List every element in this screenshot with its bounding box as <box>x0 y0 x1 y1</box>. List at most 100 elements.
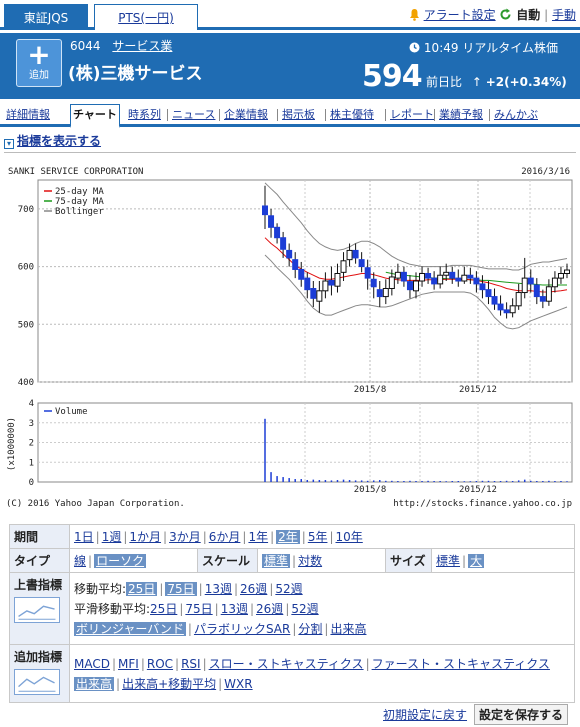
candle-body <box>298 268 305 280</box>
tab-pts[interactable]: PTS(一円) <box>94 4 198 30</box>
extra-indicator-option[interactable]: スロー・ストキャスティクス <box>209 657 364 671</box>
option-separator: | <box>198 581 203 596</box>
info-nav: 詳細情報 チャート 時系列 ニュース 企業情報 掲示板 株主優待 レポート 業績予報 みんかぶ <box>0 99 580 128</box>
save-settings-button[interactable]: 設定を保存する <box>474 704 569 725</box>
ma-option[interactable]: 26週 <box>240 582 267 596</box>
extra-row-2: 出来高 | 出来高+移動平均 | WXR <box>74 674 570 694</box>
add-portfolio-button[interactable]: + 追加 <box>16 39 62 87</box>
candle-body <box>527 277 534 285</box>
nav-tab-8[interactable]: 業績予報 <box>437 105 485 127</box>
option-separator: | <box>123 530 128 544</box>
period-option[interactable]: 5年 <box>308 530 328 544</box>
extra-options: MACD | MFI | ROC | RSI | スロー・ストキャスティクス | ファースト・ストキ… <box>69 644 575 703</box>
y-tick-label: 600 <box>18 263 34 273</box>
smooth-ma-option[interactable]: 52週 <box>291 602 318 616</box>
extra-indicator-option[interactable]: ROC <box>147 657 173 671</box>
nav-tab-1[interactable]: チャート <box>70 104 120 128</box>
extra-indicator-option[interactable]: 出来高+移動平均 <box>122 677 216 691</box>
extra-indicator-option[interactable]: RSI <box>181 657 201 671</box>
option-separator: | <box>202 656 207 671</box>
nav-tab-3[interactable]: ニュース <box>170 105 217 127</box>
size-option[interactable]: 標準 <box>436 554 460 568</box>
ma-option[interactable]: 75日 <box>165 581 197 596</box>
ma-option[interactable]: 52週 <box>275 582 302 596</box>
smooth-ma-option[interactable]: 13週 <box>221 602 248 616</box>
candle-body <box>557 272 564 279</box>
candle-body <box>425 272 432 279</box>
option-separator: | <box>187 621 192 636</box>
period-option[interactable]: 3か月 <box>169 530 201 544</box>
size-option[interactable]: 大 <box>468 554 485 568</box>
size-options: 標準 | 大 <box>431 548 575 573</box>
overlay-option[interactable]: ボリンジャーバンド <box>74 621 186 636</box>
alert-settings-link[interactable]: アラート設定 <box>424 8 496 22</box>
show-indicators-label: 指標を表示する <box>17 134 102 148</box>
candle-body <box>274 226 281 239</box>
option-separator: | <box>95 530 100 544</box>
auto-refresh-toggle[interactable]: 自動 <box>516 8 540 22</box>
nav-separator <box>325 109 326 121</box>
scale-option[interactable]: 対数 <box>298 554 322 568</box>
nav-tab-4[interactable]: 企業情報 <box>222 105 270 127</box>
period-option[interactable]: 1年 <box>248 530 268 544</box>
ma-option[interactable]: 13週 <box>205 582 232 596</box>
option-separator: | <box>249 601 255 616</box>
tab-tse[interactable]: 東証JQS <box>4 4 88 30</box>
nav-tab-5[interactable]: 掲示板 <box>280 105 317 127</box>
candle-body <box>491 296 498 305</box>
nav-tab-7[interactable]: レポート <box>388 105 436 127</box>
overlay-label: 上書指標 <box>14 578 63 592</box>
scale-option[interactable]: 標準 <box>262 554 291 568</box>
candle-body <box>521 277 528 294</box>
period-option[interactable]: 2年 <box>276 530 300 544</box>
manual-refresh-link[interactable]: 手動 <box>552 8 576 22</box>
candle-body <box>473 277 480 285</box>
candle-body <box>449 271 456 279</box>
nav-tab-9[interactable]: みんかぶ <box>492 105 540 127</box>
overlay-option[interactable]: 出来高 <box>330 622 366 636</box>
extra-indicator-option[interactable]: 出来高 <box>74 676 115 691</box>
chart-type-option[interactable]: 線 <box>74 554 86 568</box>
option-separator: | <box>242 530 247 544</box>
reset-settings-link[interactable]: 初期設定に戻す <box>383 706 467 723</box>
period-option[interactable]: 1日 <box>74 530 94 544</box>
period-option[interactable]: 10年 <box>336 530 363 544</box>
candle-body <box>286 249 293 259</box>
top-right-links: アラート設定 自動 | 手動 <box>409 6 576 24</box>
candle-body <box>467 274 474 279</box>
y-tick-label: 700 <box>18 205 34 215</box>
overlay-option[interactable]: 分割 <box>298 622 322 636</box>
ma-option[interactable]: 25日 <box>126 581 158 596</box>
candle-body <box>455 277 462 282</box>
size-label: サイズ <box>385 548 432 573</box>
smooth-ma-option[interactable]: 75日 <box>185 602 212 616</box>
period-option[interactable]: 1か月 <box>129 530 161 544</box>
option-separator: | <box>214 601 219 616</box>
nav-tab-6[interactable]: 株主優待 <box>328 105 376 127</box>
sector-link[interactable]: サービス業 <box>112 39 172 53</box>
candle-body <box>310 288 317 299</box>
smooth-ma-label: 平滑移動平均: <box>74 601 151 616</box>
bell-icon <box>409 8 420 24</box>
period-option[interactable]: 6か月 <box>209 530 241 544</box>
option-separator: | <box>285 601 290 616</box>
candle-body <box>461 274 468 282</box>
period-option[interactable]: 1週 <box>102 530 122 544</box>
candle-body <box>437 274 444 285</box>
show-indicators-toggle[interactable]: ▾ 指標を表示する <box>4 132 101 149</box>
nav-tab-0[interactable]: 詳細情報 <box>4 105 52 127</box>
chart-date: 2016/3/16 <box>521 167 570 177</box>
chart-type-option[interactable]: ローソク <box>94 554 147 568</box>
extra-indicator-option[interactable]: MACD <box>74 657 110 671</box>
stock-price: 594 <box>362 59 423 94</box>
extra-indicator-option[interactable]: WXR <box>224 677 252 691</box>
extra-indicator-option[interactable]: MFI <box>118 657 139 671</box>
smooth-ma-option[interactable]: 26週 <box>256 602 283 616</box>
candle-body <box>419 272 426 282</box>
extra-indicator-option[interactable]: ファースト・ストキャスティクス <box>372 657 550 671</box>
overlay-option[interactable]: パラボリックSAR <box>194 622 290 636</box>
other-overlay-row: ボリンジャーバンド | パラボリックSAR | 分割 | 出来高 <box>74 619 570 639</box>
smooth-ma-option[interactable]: 25日 <box>150 602 177 616</box>
option-separator: | <box>462 554 467 568</box>
nav-tab-2[interactable]: 時系列 <box>126 105 163 127</box>
